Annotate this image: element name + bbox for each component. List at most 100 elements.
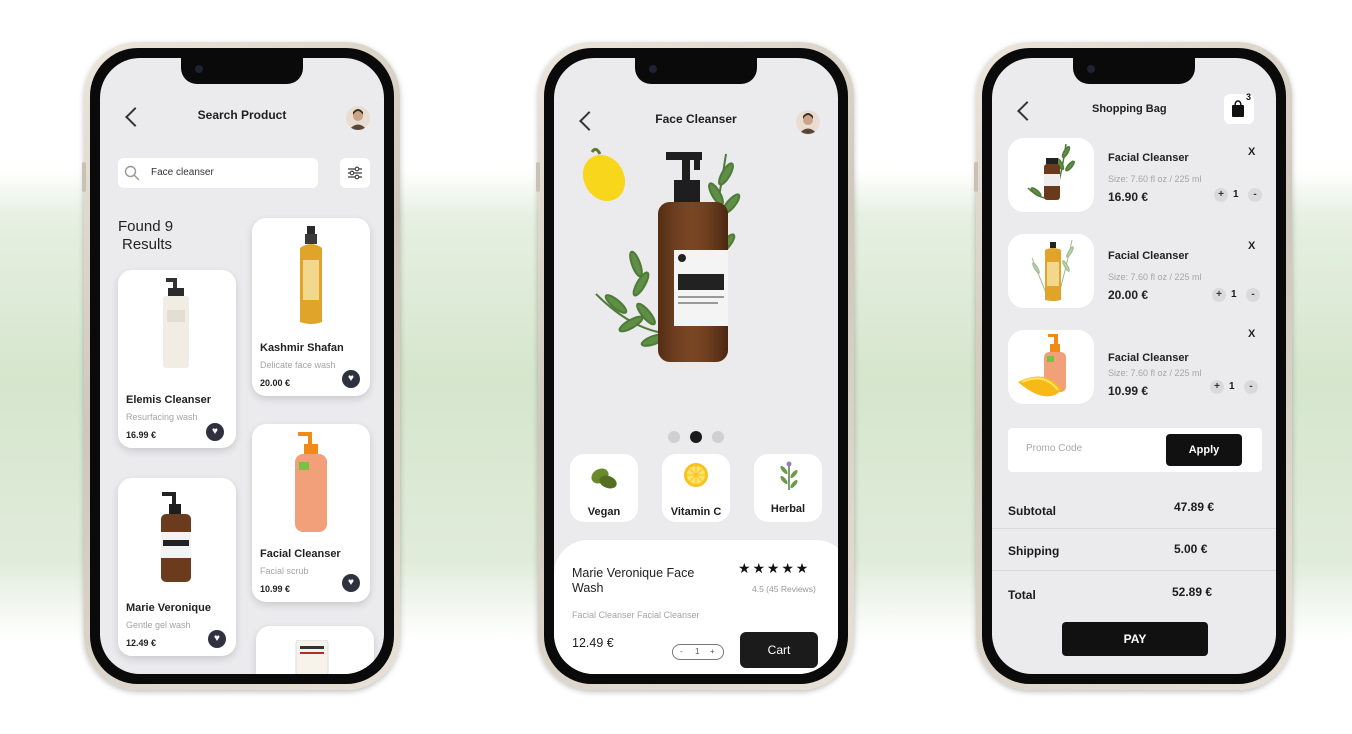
product-card[interactable]: Elemis Cleanser Resurfacing wash 16.99 €… <box>118 270 236 448</box>
product-subtitle: Gentle gel wash <box>126 620 191 630</box>
subtotal-value: 47.89 € <box>1174 500 1215 514</box>
cart-item-image <box>1008 138 1094 212</box>
product-subtitle: Delicate face wash <box>260 360 336 370</box>
divider <box>992 570 1276 571</box>
carousel-dot[interactable] <box>668 431 680 443</box>
favorite-button[interactable]: ♥ <box>206 423 224 441</box>
product-name: Marie Veronique Face Wash <box>572 566 694 596</box>
phone-bezel: Face Cleanser Vegan Vitamin C Herbal Mar… <box>544 48 848 684</box>
qty-minus-button[interactable]: - <box>1248 188 1262 202</box>
bag-count-badge: 3 <box>1246 92 1252 102</box>
phone-bezel: Shopping Bag 3 Facial Cleanser Size: 7.6… <box>982 48 1286 684</box>
cart-item-name: Facial Cleanser <box>1108 352 1189 364</box>
shipping-value: 5.00 € <box>1174 542 1208 556</box>
total-value: 52.89 € <box>1172 585 1213 599</box>
product-hero-image <box>582 147 741 362</box>
back-button[interactable] <box>1017 101 1037 121</box>
product-price: 10.99 € <box>260 584 291 594</box>
promo-code-input[interactable]: Promo Code <box>1026 443 1082 454</box>
carousel-dot[interactable] <box>690 431 702 443</box>
qty-minus-button[interactable]: - <box>1244 380 1258 394</box>
phone-detail: Face Cleanser Vegan Vitamin C Herbal Mar… <box>536 42 854 690</box>
subtotal-label: Subtotal <box>1008 504 1056 518</box>
favorite-button[interactable]: ♥ <box>208 630 226 648</box>
remove-item-button[interactable]: X <box>1248 146 1255 158</box>
search-input[interactable]: Face cleanser <box>151 167 214 178</box>
results-count-line1: Found 9 <box>118 218 174 235</box>
cart-item-size: Size: 7.60 fl oz / 225 ml <box>1108 272 1202 282</box>
product-price: 20.00 € <box>260 378 291 388</box>
phone-bag: Shopping Bag 3 Facial Cleanser Size: 7.6… <box>974 42 1292 690</box>
qty-value: 1 <box>1229 381 1235 392</box>
favorite-button[interactable]: ♥ <box>342 574 360 592</box>
product-card[interactable]: Facial Cleanser Facial scrub 10.99 € ♥ <box>252 424 370 602</box>
cart-item-image <box>1008 234 1094 308</box>
page-title: Shopping Bag <box>1092 103 1167 115</box>
remove-item-button[interactable]: X <box>1248 328 1255 340</box>
pay-button[interactable]: PAY <box>1062 622 1208 656</box>
heart-icon: ♥ <box>214 633 220 644</box>
filter-button[interactable] <box>340 158 370 188</box>
search-bar[interactable]: Face cleanser <box>118 158 318 188</box>
rating-text: 4.5 (45 Reviews) <box>752 584 816 594</box>
total-label: Total <box>1008 588 1036 602</box>
heart-icon: ♥ <box>212 426 218 437</box>
camera <box>649 65 657 73</box>
apply-button[interactable]: Apply <box>1166 434 1242 466</box>
lemon-slice-icon <box>684 463 708 487</box>
product-price: 12.49 € <box>126 638 157 648</box>
heart-icon: ♥ <box>348 577 354 588</box>
product-name-line1: Marie Veronique Face <box>572 566 695 580</box>
phone-search: Search Product Face cleanser Found 9 Res… <box>82 42 400 690</box>
favorite-button[interactable]: ♥ <box>342 370 360 388</box>
cart-item-image <box>1008 330 1094 404</box>
qty-plus-button[interactable]: + <box>1214 188 1228 202</box>
search-icon <box>124 165 140 181</box>
qty-value: 1 <box>1233 189 1239 200</box>
cart-item-name: Facial Cleanser <box>1108 250 1189 262</box>
product-card[interactable]: Kashmir Shafan Delicate face wash 20.00 … <box>252 218 370 396</box>
add-to-cart-button[interactable]: Cart <box>740 632 818 668</box>
bag-screen: Shopping Bag 3 Facial Cleanser Size: 7.6… <box>992 58 1276 674</box>
shopping-bag-icon <box>1232 100 1244 117</box>
remove-item-button[interactable]: X <box>1248 240 1255 252</box>
shipping-label: Shipping <box>1008 544 1060 558</box>
product-subtitle: Facial scrub <box>260 566 309 576</box>
product-image <box>295 432 327 532</box>
product-card[interactable]: Marie Veronique Gentle gel wash 12.49 € … <box>118 478 236 656</box>
leaf-icon <box>591 468 617 489</box>
carousel-dot[interactable] <box>712 431 724 443</box>
qty-minus-button[interactable]: - <box>680 647 683 656</box>
feature-label: Vitamin C <box>670 506 722 518</box>
product-card[interactable] <box>256 626 374 674</box>
feature-chip[interactable]: Vitamin C <box>662 454 730 522</box>
avatar[interactable] <box>346 106 370 130</box>
search-screen: Search Product Face cleanser Found 9 Res… <box>100 58 384 674</box>
sliders-icon <box>348 166 362 180</box>
feature-chip[interactable]: Herbal <box>754 454 822 522</box>
qty-plus-button[interactable]: + <box>1212 288 1226 302</box>
bag-button[interactable]: 3 <box>1224 92 1254 124</box>
divider <box>992 528 1276 529</box>
qty-plus-button[interactable]: + <box>710 647 715 656</box>
heart-icon: ♥ <box>348 373 354 384</box>
cart-item-name: Facial Cleanser <box>1108 152 1189 164</box>
side-button <box>536 162 540 192</box>
product-price: 12.49 € <box>572 636 614 650</box>
product-image <box>300 226 322 324</box>
quantity-stepper[interactable]: - 1 + <box>672 644 724 660</box>
product-price: 16.99 € <box>126 430 157 440</box>
side-button <box>82 162 86 192</box>
avatar[interactable] <box>796 110 820 134</box>
qty-plus-button[interactable]: + <box>1210 380 1224 394</box>
cart-item-price: 10.99 € <box>1108 384 1149 398</box>
phone-bezel: Search Product Face cleanser Found 9 Res… <box>90 48 394 684</box>
qty-minus-button[interactable]: - <box>1246 288 1260 302</box>
detail-screen: Face Cleanser Vegan Vitamin C Herbal Mar… <box>554 58 838 674</box>
product-subtitle: Resurfacing wash <box>126 412 198 422</box>
feature-chip[interactable]: Vegan <box>570 454 638 522</box>
camera <box>1087 65 1095 73</box>
page-title: Search Product <box>197 108 287 122</box>
herb-icon <box>780 461 798 490</box>
results-count-line2: Results <box>122 236 173 253</box>
